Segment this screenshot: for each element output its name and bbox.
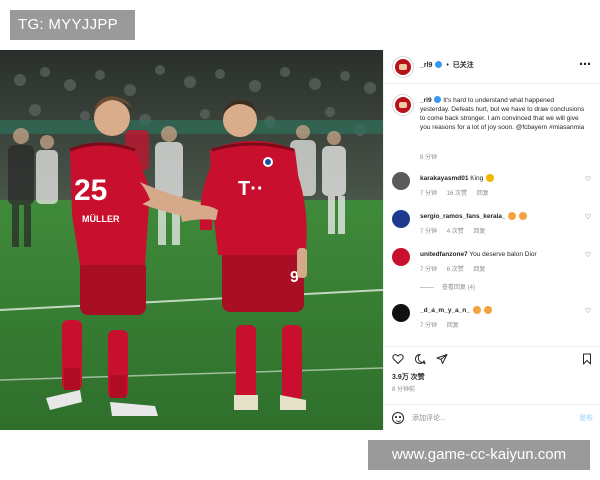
- replies-divider: [420, 286, 434, 288]
- add-comment-bar: 发布: [384, 404, 600, 430]
- comment-username[interactable]: unitedfanzone7: [420, 251, 468, 258]
- emoji-icon: [508, 212, 517, 221]
- comment-username[interactable]: _d_a_m_y_a_n_: [420, 307, 470, 314]
- post-time: 8 分钟前: [392, 387, 416, 393]
- commenter-avatar[interactable]: [392, 304, 410, 322]
- svg-text:T··: T··: [238, 178, 264, 200]
- comment-time: 7 分钟: [420, 229, 438, 235]
- likes-count[interactable]: 3.9万 次赞: [392, 372, 425, 382]
- comments-list: _rl9 It's hard to understand what happen…: [384, 86, 600, 338]
- comment-username[interactable]: karakayasmd01: [420, 175, 468, 182]
- view-replies-button[interactable]: 查看回复 (4): [420, 282, 475, 291]
- comment-text: You deserve balon Dior: [469, 251, 537, 258]
- post-header: _rl9 • 已关注 ⋯: [384, 50, 600, 84]
- reply-button[interactable]: 回复: [473, 267, 485, 273]
- share-icon[interactable]: [436, 353, 448, 365]
- comment-likes[interactable]: 4 次赞: [447, 229, 464, 235]
- comment-time: 7 分钟: [420, 323, 438, 329]
- comment-username[interactable]: sergio_ramos_fans_kerala_: [420, 213, 506, 220]
- comment-likes[interactable]: 16 次赞: [447, 191, 467, 197]
- comment-time: 7 分钟: [420, 191, 438, 197]
- comment-item: _d_a_m_y_a_n_ 7 分钟 回复 ♡: [384, 304, 600, 336]
- jersey-name-left: MÜLLER: [82, 214, 120, 224]
- jersey-number-left: 25: [74, 174, 107, 207]
- caption-text: It's hard to understand what happened ye…: [420, 97, 585, 131]
- comment-time: 7 分钟: [420, 267, 438, 273]
- caption-username[interactable]: _rl9: [420, 97, 432, 104]
- view-replies-label: 查看回复 (4): [442, 285, 476, 291]
- commenter-avatar[interactable]: [392, 210, 410, 228]
- post-actions: [384, 346, 600, 366]
- more-options-icon[interactable]: ⋯: [579, 58, 591, 70]
- author-avatar[interactable]: [392, 56, 414, 78]
- post-comment-button[interactable]: 发布: [579, 413, 593, 423]
- like-comment-icon[interactable]: ♡: [585, 176, 593, 184]
- reply-button[interactable]: 回复: [477, 191, 489, 197]
- comment-likes[interactable]: 6 次赞: [447, 267, 464, 273]
- reply-button[interactable]: 回复: [447, 323, 459, 329]
- post-sidebar: _rl9 • 已关注 ⋯ _rl9 It's hard to understan…: [383, 50, 600, 430]
- comment-item: unitedfanzone7 You deserve balon Dior 7 …: [384, 248, 600, 296]
- verified-icon: [434, 95, 442, 103]
- caption-avatar[interactable]: [392, 94, 414, 116]
- emoji-icon: [483, 306, 492, 315]
- players-illustration: 25 MÜLLER 9 T··: [0, 50, 383, 430]
- url-watermark: www.game-cc-kaiyun.com: [368, 440, 590, 470]
- commenter-avatar[interactable]: [392, 248, 410, 266]
- tg-banner: TG: MYYJJPP: [10, 10, 135, 40]
- caption-time: 8 分钟: [420, 155, 438, 161]
- commenter-avatar[interactable]: [392, 172, 410, 190]
- emoji-icon: [472, 306, 481, 315]
- bookmark-icon[interactable]: [581, 353, 593, 365]
- comment-text: King: [470, 175, 484, 182]
- like-comment-icon[interactable]: ♡: [585, 308, 593, 316]
- comment-item: karakayasmd01 King 7 分钟 16 次赞 回复 ♡: [384, 172, 600, 204]
- comment-icon[interactable]: [414, 353, 426, 365]
- emoji-icon: [519, 212, 528, 221]
- verified-icon: [435, 60, 443, 68]
- crown-icon: [486, 174, 495, 183]
- like-comment-icon[interactable]: ♡: [585, 252, 593, 260]
- author-username[interactable]: _rl9: [420, 62, 432, 69]
- heart-icon[interactable]: [392, 353, 404, 365]
- reply-button[interactable]: 回复: [473, 229, 485, 235]
- comment-input[interactable]: [412, 411, 562, 425]
- like-comment-icon[interactable]: ♡: [585, 214, 593, 222]
- comment-item: sergio_ramos_fans_kerala_ 7 分钟 4 次赞 回复 ♡: [384, 210, 600, 242]
- dot-separator: •: [446, 62, 449, 69]
- post-photo[interactable]: 25 MÜLLER 9 T··: [0, 50, 383, 430]
- caption: _rl9 It's hard to understand what happen…: [384, 94, 600, 161]
- emoji-picker-icon[interactable]: [392, 412, 404, 424]
- follow-status-button[interactable]: 已关注: [453, 62, 474, 69]
